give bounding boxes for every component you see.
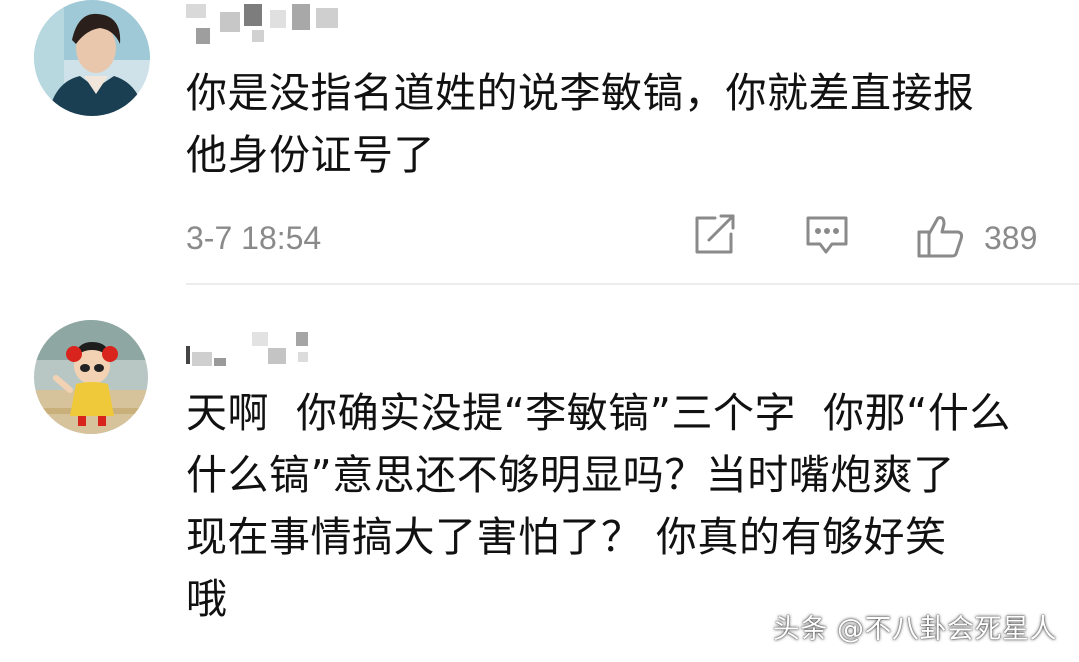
watermark: 头条 @不八卦会死星人 [772,614,1057,645]
username-redacted[interactable] [186,4,346,44]
avatar[interactable] [34,0,150,116]
thumbs-up-icon[interactable] [916,212,966,264]
share-icon[interactable] [691,212,737,262]
comment-divider [186,283,1079,285]
comment-icon[interactable] [804,212,850,262]
comment-text: 天啊 你确实没提“李敏镐”三个字 你那“什么 什么镐”意思还不够明显吗？当时嘴炮… [186,389,1011,623]
comment-text: 你是没指名道姓的说李敏镐，你就差直接报 他身份证号了 [186,69,975,179]
comment-timestamp: 3-7 18:54 [186,220,322,256]
like-count: 389 [984,220,1038,256]
comment-meta: 3-7 18:54 389 [186,212,1056,260]
username-redacted[interactable] [186,328,326,368]
avatar[interactable] [34,320,148,434]
comment-item: 你是没指名道姓的说李敏镐，你就差直接报 他身份证号了 3-7 18:54 389 [0,0,1079,290]
